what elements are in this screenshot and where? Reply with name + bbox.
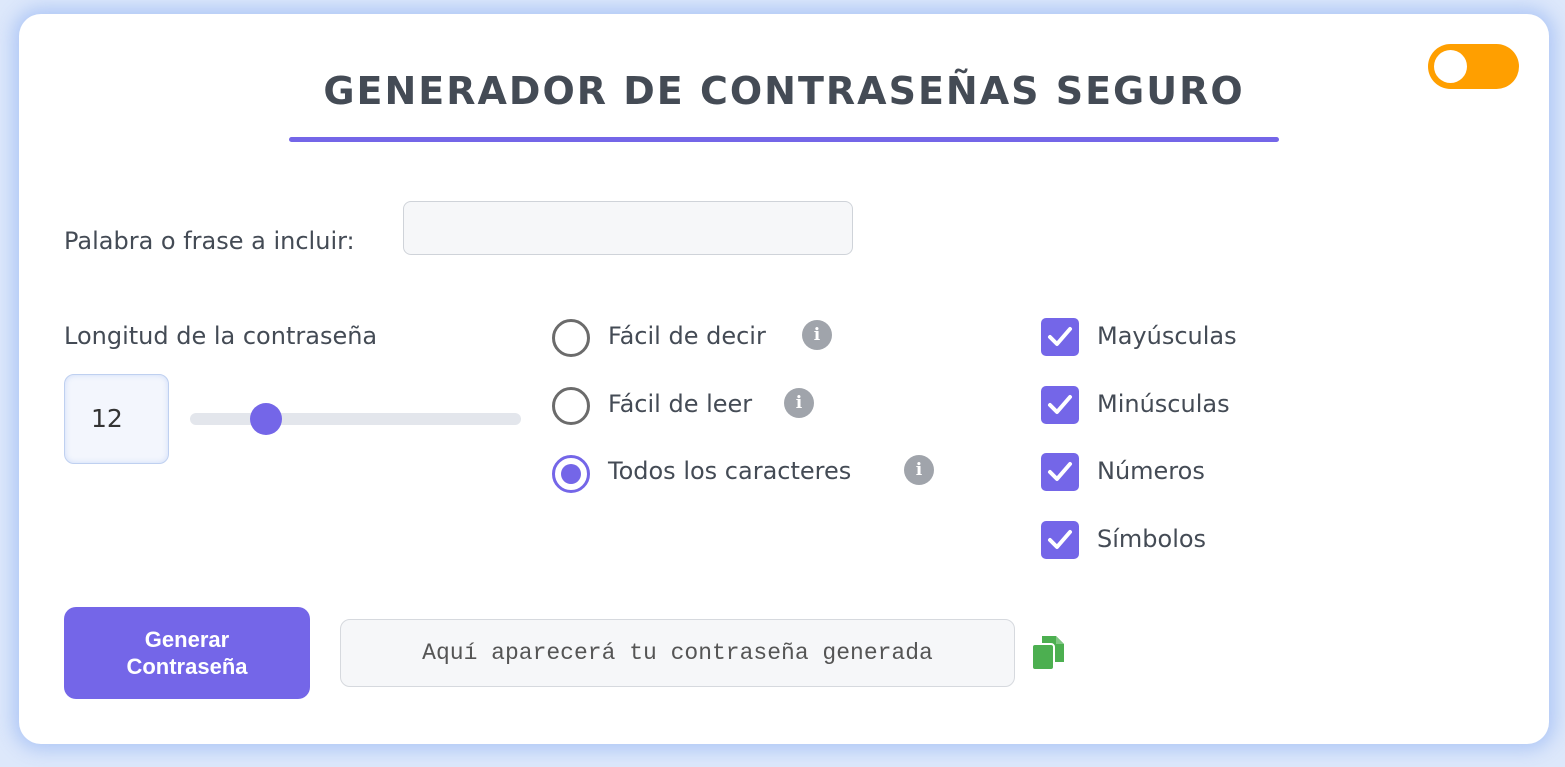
generate-button-line1: Generar xyxy=(144,627,230,652)
password-output[interactable]: Aquí aparecerá tu contraseña generada xyxy=(340,619,1015,687)
length-slider-thumb[interactable] xyxy=(249,403,282,435)
checkbox-uppercase-label: Mayúsculas xyxy=(1097,322,1237,350)
length-slider[interactable] xyxy=(190,413,521,425)
generate-button-line2: Contraseña xyxy=(126,654,248,679)
copy-icon[interactable] xyxy=(1030,634,1066,672)
generate-password-button[interactable]: Generar Contraseña xyxy=(64,607,310,699)
checkbox-lowercase[interactable] xyxy=(1041,386,1079,424)
checkbox-lowercase-label: Minúsculas xyxy=(1097,390,1230,418)
checkbox-uppercase[interactable] xyxy=(1041,318,1079,356)
radio-easy-read[interactable] xyxy=(552,387,590,425)
checkbox-numbers[interactable] xyxy=(1041,453,1079,491)
toggle-knob xyxy=(1434,50,1467,83)
radio-easy-read-label: Fácil de leer xyxy=(608,390,753,418)
phrase-label: Palabra o frase a incluir: xyxy=(64,227,355,255)
checkbox-symbols[interactable] xyxy=(1041,521,1079,559)
checkbox-numbers-label: Números xyxy=(1097,457,1205,485)
radio-all-characters[interactable] xyxy=(552,455,590,493)
length-label: Longitud de la contraseña xyxy=(64,322,378,350)
theme-toggle[interactable] xyxy=(1428,44,1519,89)
title-underline xyxy=(289,137,1279,142)
checkbox-symbols-label: Símbolos xyxy=(1097,525,1207,553)
info-icon[interactable]: i xyxy=(802,320,832,350)
radio-easy-say-label: Fácil de decir xyxy=(608,322,766,350)
page-title: GENERADOR DE CONTRASEÑAS SEGURO xyxy=(323,69,1245,113)
info-icon[interactable]: i xyxy=(904,455,934,485)
phrase-input[interactable] xyxy=(403,201,853,255)
radio-all-characters-label: Todos los caracteres xyxy=(608,457,852,485)
radio-easy-say[interactable] xyxy=(552,319,590,357)
info-icon[interactable]: i xyxy=(784,388,814,418)
length-number-input[interactable]: 12 xyxy=(64,374,169,464)
